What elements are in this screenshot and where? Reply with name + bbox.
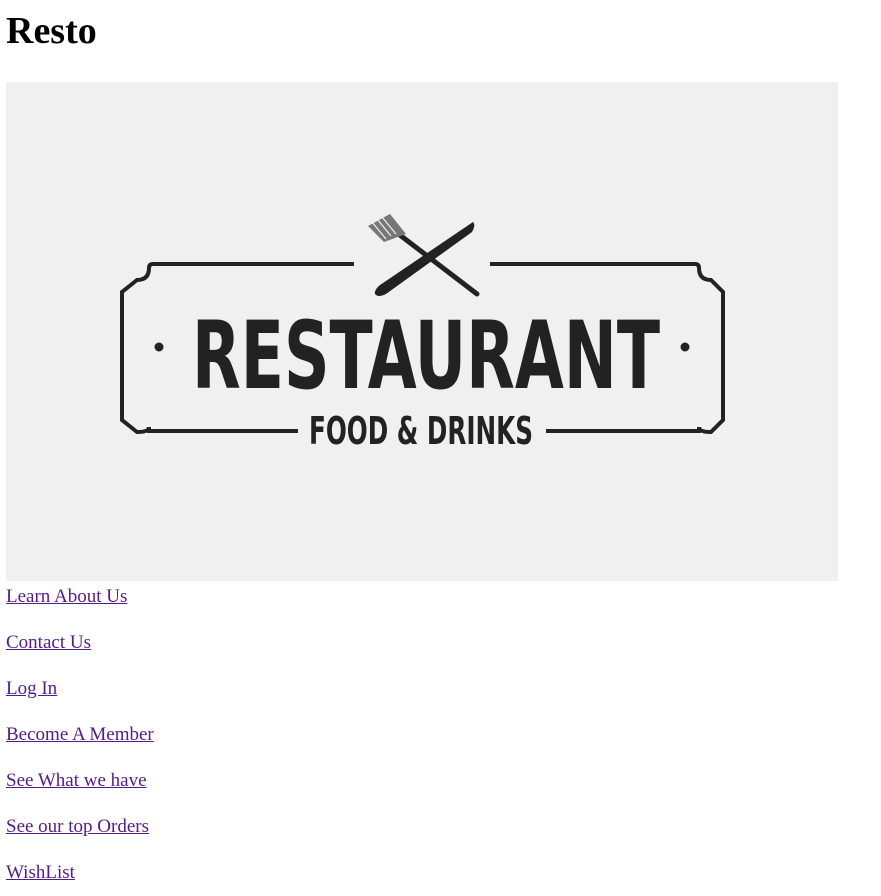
logo-dot-left — [154, 342, 164, 352]
nav-link-learn-about-us[interactable]: Learn About Us — [6, 585, 154, 609]
logo-sub-text: FOOD & DRINKS — [309, 409, 533, 453]
nav-link-see-our-top-orders[interactable]: See our top Orders — [6, 815, 154, 839]
nav-link-become-a-member[interactable]: Become A Member — [6, 723, 154, 747]
fork-icon — [368, 214, 480, 297]
nav-link-see-what-we-have[interactable]: See What we have — [6, 769, 154, 793]
nav-link-contact-us[interactable]: Contact Us — [6, 631, 154, 655]
restaurant-logo-image: RESTAURANT FOOD & DRINKS — [6, 82, 838, 581]
nav-link-log-in[interactable]: Log In — [6, 677, 154, 701]
main-navigation: Learn About Us Contact Us Log In Become … — [6, 585, 154, 896]
logo-main-text: RESTAURANT — [192, 302, 660, 411]
restaurant-logo: RESTAURANT FOOD & DRINKS — [120, 214, 725, 453]
logo-dot-right — [680, 342, 690, 352]
nav-link-wishlist[interactable]: WishList — [6, 861, 154, 885]
page-title: Resto — [6, 10, 97, 52]
